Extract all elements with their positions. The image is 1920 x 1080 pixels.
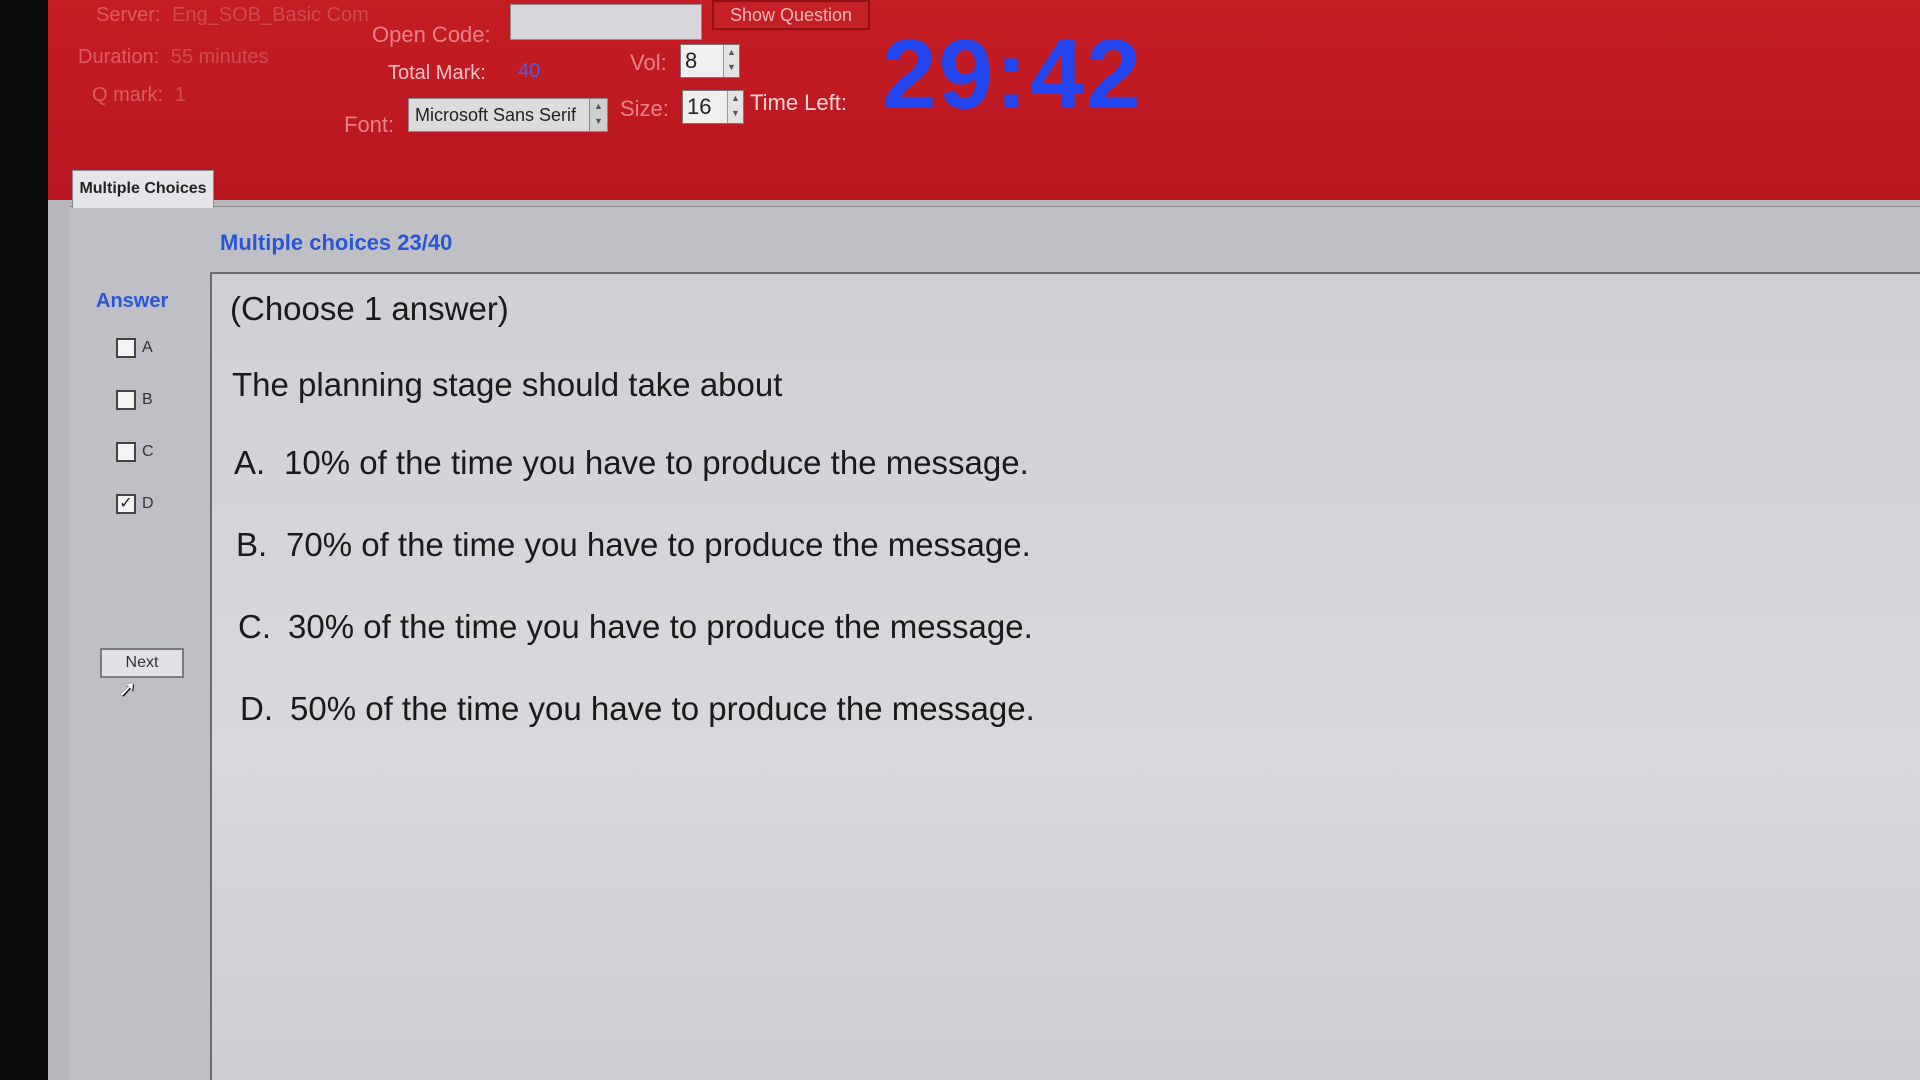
qmark-info: Q mark: 1 xyxy=(92,84,186,107)
choice-b: B. 70% of the time you have to produce th… xyxy=(236,526,1031,564)
checkbox-a[interactable] xyxy=(116,338,136,358)
section-title: Multiple choices 23/40 xyxy=(220,230,453,255)
checkbox-b[interactable] xyxy=(116,390,136,410)
server-info: Server: Eng_SOB_Basic Com xyxy=(96,4,369,27)
size-label: Size: xyxy=(620,96,669,121)
answer-option-label: B xyxy=(142,391,153,409)
font-stepper-arrows-icon[interactable]: ▲ ▼ xyxy=(589,99,607,131)
choice-text: 70% of the time you have to produce the … xyxy=(286,526,1031,563)
server-value: Eng_SOB_Basic Com xyxy=(172,4,369,26)
answer-option-label: D xyxy=(142,495,154,513)
size-stepper[interactable]: 16 ▲ ▼ xyxy=(682,90,744,124)
duration-label: Duration: xyxy=(78,46,160,68)
question-instruction: (Choose 1 answer) xyxy=(230,290,509,327)
answer-option-label: A xyxy=(142,339,153,357)
choice-letter: D. xyxy=(240,690,273,727)
open-code-input[interactable] xyxy=(510,4,702,40)
show-question-button[interactable]: Show Question xyxy=(712,0,870,30)
tab-strip: Multiple Choices xyxy=(48,170,1920,210)
choice-c: C. 30% of the time you have to produce th… xyxy=(238,608,1033,646)
answer-option-a[interactable]: A xyxy=(116,338,153,362)
choice-text: 30% of the time you have to produce the … xyxy=(288,608,1033,645)
answer-label: Answer xyxy=(96,290,169,312)
qmark-value: 1 xyxy=(174,84,186,106)
duration-info: Duration: 55 minutes xyxy=(78,46,269,69)
choice-text: 50% of the time you have to produce the … xyxy=(290,690,1035,727)
question-stem: The planning stage should take about xyxy=(232,366,783,403)
choice-text: 10% of the time you have to produce the … xyxy=(284,444,1029,481)
font-label: Font: xyxy=(344,112,395,137)
total-mark-value: 40 xyxy=(518,60,541,82)
tab-multiple-choices[interactable]: Multiple Choices xyxy=(72,170,214,208)
font-value: Microsoft Sans Serif xyxy=(415,105,577,125)
answer-option-label: C xyxy=(142,443,154,461)
vol-value: 8 xyxy=(685,48,698,73)
server-label: Server: xyxy=(96,4,161,26)
time-left-label: Time Left: xyxy=(750,90,847,115)
choice-letter: A. xyxy=(234,444,266,481)
checkbox-c[interactable] xyxy=(116,442,136,462)
checkbox-d-checked-icon[interactable]: ✓ xyxy=(116,494,136,514)
stepper-arrows-icon[interactable]: ▲ ▼ xyxy=(723,45,739,77)
next-button[interactable]: Next xyxy=(100,648,184,678)
choice-d: D. 50% of the time you have to produce th… xyxy=(240,690,1035,728)
duration-value: 55 minutes xyxy=(170,46,269,68)
size-stepper-arrows-icon[interactable]: ▲ ▼ xyxy=(727,91,743,123)
size-value: 16 xyxy=(687,94,712,119)
answer-option-c[interactable]: C xyxy=(116,442,154,466)
choice-letter: C. xyxy=(238,608,271,645)
exam-window: Server: Eng_SOB_Basic Com Duration: 55 m… xyxy=(48,0,1920,1080)
choice-letter: B. xyxy=(236,526,268,563)
total-mark-label: Total Mark: xyxy=(388,62,486,84)
mouse-cursor-icon: ➚ xyxy=(118,676,137,701)
choice-a: A. 10% of the time you have to produce th… xyxy=(234,444,1029,482)
question-box: (Choose 1 answer) The planning stage sho… xyxy=(210,272,1920,1080)
vol-label: Vol: xyxy=(630,50,667,75)
font-select[interactable]: Microsoft Sans Serif ▲ ▼ xyxy=(408,98,608,132)
answer-option-d[interactable]: ✓ D xyxy=(116,494,154,518)
answer-option-b[interactable]: B xyxy=(116,390,153,414)
vol-stepper[interactable]: 8 ▲ ▼ xyxy=(680,44,740,78)
countdown-timer: 29:42 xyxy=(882,19,1143,129)
qmark-label: Q mark: xyxy=(92,84,164,106)
open-code-label: Open Code: xyxy=(372,22,491,47)
